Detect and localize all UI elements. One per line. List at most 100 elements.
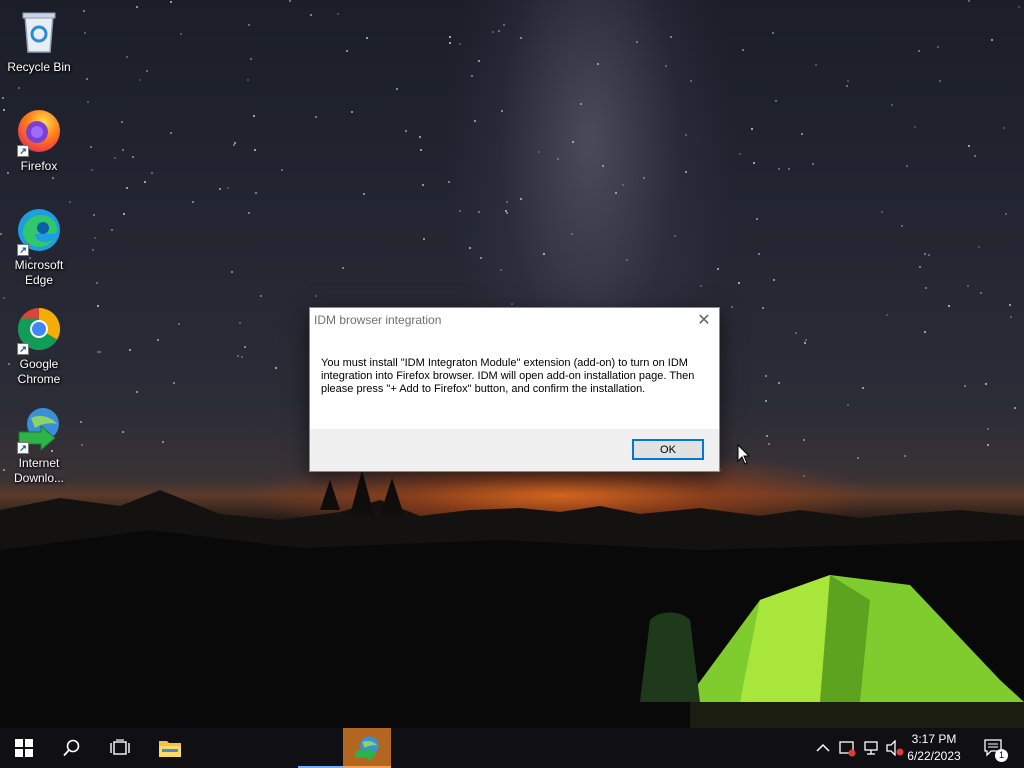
- dialog-titlebar[interactable]: IDM browser integration ✕: [310, 308, 719, 332]
- dialog-message: You must install "IDM Integraton Module"…: [321, 357, 695, 395]
- star: [121, 121, 123, 123]
- star: [925, 287, 927, 289]
- star: [538, 151, 540, 153]
- star: [643, 177, 645, 179]
- star: [924, 331, 926, 333]
- star: [170, 132, 172, 134]
- star: [881, 211, 883, 213]
- star: [906, 165, 908, 167]
- star: [351, 111, 353, 113]
- star: [758, 253, 760, 255]
- star: [980, 292, 982, 294]
- star: [114, 157, 116, 159]
- star: [281, 169, 283, 171]
- star: [250, 58, 252, 60]
- desktop-icon-firefox[interactable]: ↗ Firefox: [6, 107, 72, 174]
- star: [772, 32, 774, 34]
- task-view-button[interactable]: [96, 728, 144, 768]
- star: [275, 367, 277, 369]
- star: [1003, 127, 1005, 129]
- star: [636, 41, 638, 43]
- star: [804, 342, 806, 344]
- star: [366, 37, 368, 39]
- notification-count-badge: 1: [995, 749, 1008, 762]
- star: [904, 455, 906, 457]
- network-icon[interactable]: [861, 738, 881, 758]
- star: [227, 187, 229, 189]
- star: [685, 171, 687, 173]
- star: [812, 163, 814, 165]
- star: [471, 75, 473, 77]
- close-icon[interactable]: ✕: [689, 308, 719, 332]
- star: [1014, 407, 1016, 409]
- star: [1010, 316, 1012, 318]
- star: [459, 43, 461, 45]
- star: [315, 116, 317, 118]
- ok-button[interactable]: OK: [632, 439, 704, 460]
- idm-icon: ↗: [15, 404, 63, 454]
- star: [448, 181, 450, 183]
- star: [139, 79, 141, 81]
- desktop-icon-label: Internet Downlo...: [13, 456, 65, 485]
- show-hidden-icons-chevron-icon[interactable]: [813, 738, 833, 758]
- star: [580, 103, 582, 105]
- star: [231, 271, 233, 273]
- taskbar-app-slot[interactable]: [298, 728, 346, 768]
- star: [342, 267, 344, 269]
- star: [91, 169, 93, 171]
- dialog-title: IDM browser integration: [314, 313, 442, 327]
- star: [511, 303, 513, 305]
- desktop-icon-chrome[interactable]: ↗ Google Chrome: [6, 305, 72, 387]
- star: [846, 85, 848, 87]
- star: [615, 192, 617, 194]
- star: [492, 31, 494, 33]
- file-explorer-button[interactable]: [146, 728, 194, 768]
- star: [132, 156, 134, 158]
- star: [162, 441, 164, 443]
- star: [248, 24, 250, 26]
- star: [801, 133, 803, 135]
- desktop-icon-label: Firefox: [20, 159, 58, 173]
- security-alert-icon[interactable]: [837, 738, 857, 758]
- star: [847, 404, 849, 406]
- star: [985, 383, 987, 385]
- star: [346, 50, 348, 52]
- desktop-icon-edge[interactable]: ↗ Microsoft Edge: [6, 206, 72, 288]
- star: [478, 211, 480, 213]
- file-explorer-icon: [159, 741, 181, 757]
- system-clock[interactable]: 3:17 PM 6/22/2023: [899, 731, 969, 765]
- star: [233, 144, 235, 146]
- star: [685, 134, 687, 136]
- star: [480, 257, 482, 259]
- shortcut-arrow-icon: ↗: [17, 343, 29, 355]
- star: [765, 375, 767, 377]
- star: [964, 385, 966, 387]
- star: [731, 306, 733, 308]
- desktop-icon-idm[interactable]: ↗ Internet Downlo...: [6, 404, 72, 486]
- star: [315, 295, 317, 297]
- notification-center-button[interactable]: 1: [982, 738, 1008, 762]
- star: [69, 201, 71, 203]
- clock-date: 6/22/2023: [907, 749, 961, 763]
- star: [81, 444, 83, 446]
- star: [543, 253, 545, 255]
- star: [775, 100, 777, 102]
- star: [738, 282, 740, 284]
- star: [506, 201, 508, 203]
- star: [3, 109, 5, 111]
- star: [253, 115, 255, 117]
- start-button[interactable]: [0, 728, 48, 768]
- idm-taskbar-button[interactable]: [343, 728, 391, 768]
- star: [170, 1, 172, 3]
- dialog-footer: OK: [310, 429, 719, 471]
- star: [244, 346, 246, 348]
- star: [974, 155, 976, 157]
- star: [2, 97, 4, 99]
- desktop-icon-recycle-bin[interactable]: Recycle Bin: [6, 8, 72, 75]
- search-button[interactable]: [48, 728, 96, 768]
- search-icon: [63, 739, 80, 757]
- star: [765, 400, 767, 402]
- desktop[interactable]: Recycle Bin ↗ Firefox ↗ Microsoft Edge ↗…: [0, 0, 1024, 728]
- star: [597, 63, 599, 65]
- mouse-cursor-icon: [737, 444, 751, 465]
